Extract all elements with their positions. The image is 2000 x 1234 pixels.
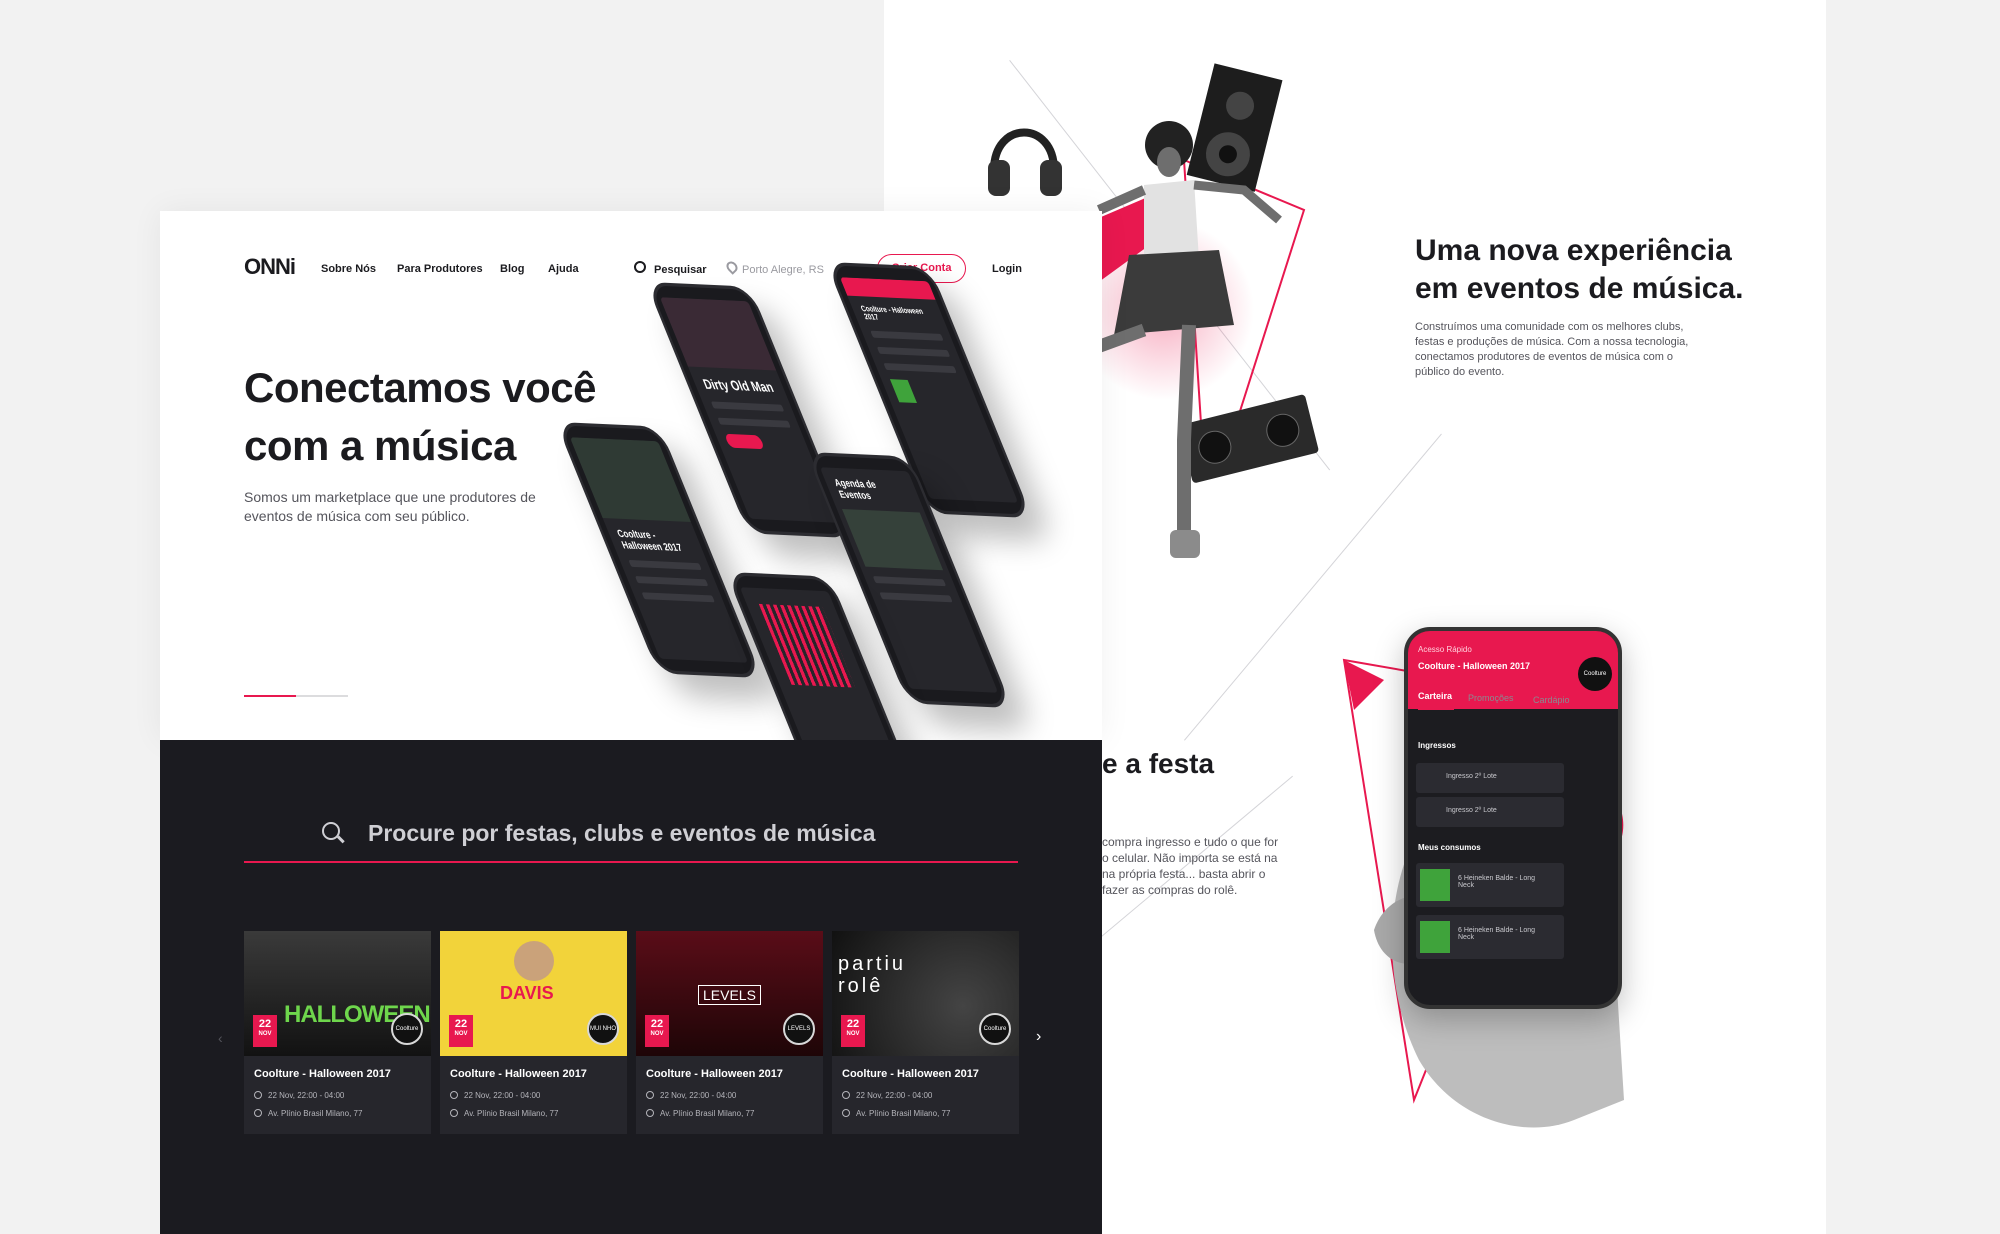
ticket-name: Ingresso 2º Lote — [1446, 807, 1497, 814]
onni-logo[interactable]: ONNi — [244, 254, 296, 280]
beer-bucket-thumb — [1420, 921, 1450, 953]
event-time: 22 Nov, 22:00 - 04:00 — [254, 1091, 344, 1100]
quick-access-label[interactable]: Acesso Rápido — [1418, 645, 1472, 654]
app-phone-mockup: Acesso Rápido Coolture - Halloween 2017 … — [1404, 627, 1622, 1009]
event-badge: Coolture — [1578, 657, 1612, 691]
event-card[interactable]: HALLOWEEN 22 NOV Coolture Coolture - Hall… — [244, 931, 431, 1134]
active-tab-indicator — [1418, 708, 1454, 710]
headphones-icon — [988, 128, 1062, 196]
tab-carteira[interactable]: Carteira — [1418, 691, 1452, 701]
event-art-text: LEVELS — [698, 985, 761, 1005]
beer-bucket-thumb — [1420, 869, 1450, 901]
experience-body: Construímos uma comunidade com os melhor… — [1415, 321, 1689, 378]
event-time: 22 Nov, 22:00 - 04:00 — [842, 1091, 932, 1100]
event-card[interactable]: DAVIS 22 NOV MUI NHO Coolture - Halloween… — [440, 931, 627, 1134]
search-underline — [244, 861, 1018, 863]
event-time: 22 Nov, 22:00 - 04:00 — [646, 1091, 736, 1100]
experience-title: Uma nova experiência em eventos de músic… — [1415, 234, 1744, 305]
party-title: e a festa — [1102, 748, 1215, 779]
event-card[interactable]: LEVELS 22 NOV LEVELS Coolture - Halloween… — [636, 931, 823, 1134]
event-address: Av. Plínio Brasil Milano, 77 — [450, 1109, 558, 1118]
tickets-label: Ingressos — [1418, 741, 1456, 750]
consumo-row[interactable]: 6 Heineken Balde - Long Neck — [1416, 915, 1564, 959]
consumos-label: Meus consumos — [1418, 843, 1481, 852]
consumo-name: 6 Heineken Balde - Long Neck — [1458, 875, 1536, 889]
carousel-prev-icon[interactable]: ‹ — [218, 1030, 223, 1046]
ticket-row[interactable]: Ingresso 2º Lote — [1416, 797, 1564, 827]
party-body: compra ingresso e tudo o que for o celul… — [1102, 834, 1302, 898]
phone-title: Coolture - Halloween 2017 — [615, 527, 684, 554]
event-date-badge: 22 NOV — [841, 1015, 865, 1047]
event-date-badge: 22 NOV — [449, 1015, 473, 1047]
phone-title: Agenda de Eventos — [832, 476, 878, 502]
slider-indicator-active[interactable] — [244, 695, 296, 697]
slider-indicator[interactable] — [296, 695, 348, 697]
party-body-line: compra ingresso e tudo o que for — [1102, 835, 1279, 849]
carousel-next-icon[interactable]: › — [1036, 1028, 1041, 1046]
nav-blog[interactable]: Blog — [500, 263, 524, 275]
clock-icon — [254, 1091, 262, 1099]
search-input[interactable]: Procure por festas, clubs e eventos de m… — [368, 820, 875, 847]
location-pin-icon — [254, 1109, 262, 1117]
event-art-text: DAVIS — [500, 983, 554, 1003]
organizer-logo: MUI NHO — [587, 1013, 619, 1045]
event-date-badge: 22 NOV — [645, 1015, 669, 1047]
organizer-logo: LEVELS — [783, 1013, 815, 1045]
event-title: Coolture - Halloween 2017 — [646, 1068, 783, 1080]
party-body-line: fazer as compras do rolê. — [1102, 883, 1238, 897]
showcase-stage: Uma nova experiência em eventos de músic… — [0, 0, 2000, 1234]
party-body-line: na própria festa... basta abrir o — [1102, 867, 1266, 881]
event-date-badge: 22 NOV — [253, 1015, 277, 1047]
consumo-name: 6 Heineken Balde - Long Neck — [1458, 927, 1536, 941]
event-address: Av. Plínio Brasil Milano, 77 — [254, 1109, 362, 1118]
phone-title: Dirty Old Man — [700, 376, 776, 396]
ticket-row[interactable]: Ingresso 2º Lote — [1416, 763, 1564, 793]
event-title: Coolture - Halloween 2017 — [254, 1068, 391, 1080]
consumo-row[interactable]: 6 Heineken Balde - Long Neck — [1416, 863, 1564, 907]
event-title: Coolture - Halloween 2017 — [842, 1068, 979, 1080]
location-pin-icon — [842, 1109, 850, 1117]
organizer-logo: Coolture — [391, 1013, 423, 1045]
phone-title: Coolture - Halloween 2017 — [859, 305, 925, 323]
event-address: Av. Plínio Brasil Milano, 77 — [842, 1109, 950, 1118]
event-time: 22 Nov, 22:00 - 04:00 — [450, 1091, 540, 1100]
organizer-logo: Coolture — [979, 1013, 1011, 1045]
artist-photo — [514, 941, 554, 981]
search-icon-handle — [337, 835, 345, 843]
ticket-name: Ingresso 2º Lote — [1446, 773, 1497, 780]
party-body-line: o celular. Não importa se está na — [1102, 851, 1278, 865]
tab-promocoes[interactable]: Promoções — [1468, 693, 1514, 703]
event-address: Av. Plínio Brasil Milano, 77 — [646, 1109, 754, 1118]
speaker-icon — [1186, 63, 1283, 192]
tab-cardapio[interactable]: Cardápio — [1533, 695, 1570, 705]
event-art-text: partiu rolê — [838, 953, 907, 997]
location-pin-icon — [646, 1109, 654, 1117]
clock-icon — [450, 1091, 458, 1099]
app-event-title: Coolture - Halloween 2017 — [1418, 661, 1531, 671]
location-pin-icon — [450, 1109, 458, 1117]
event-title: Coolture - Halloween 2017 — [450, 1068, 587, 1080]
clock-icon — [646, 1091, 654, 1099]
nav-sobre-nos[interactable]: Sobre Nós — [321, 263, 376, 275]
clock-icon — [842, 1091, 850, 1099]
landing-hero: ONNi Sobre Nós Para Produtores Blog Ajud… — [160, 211, 1102, 741]
nav-para-produtores[interactable]: Para Produtores — [397, 263, 483, 275]
event-card[interactable]: partiu rolê 22 NOV Coolture Coolture - Ha… — [832, 931, 1019, 1134]
phones-showcase: Dirty Old Man Coolture - Halloween 2017 … — [550, 261, 1110, 741]
hero-subtitle: Somos um marketplace que une produtores … — [244, 489, 536, 524]
